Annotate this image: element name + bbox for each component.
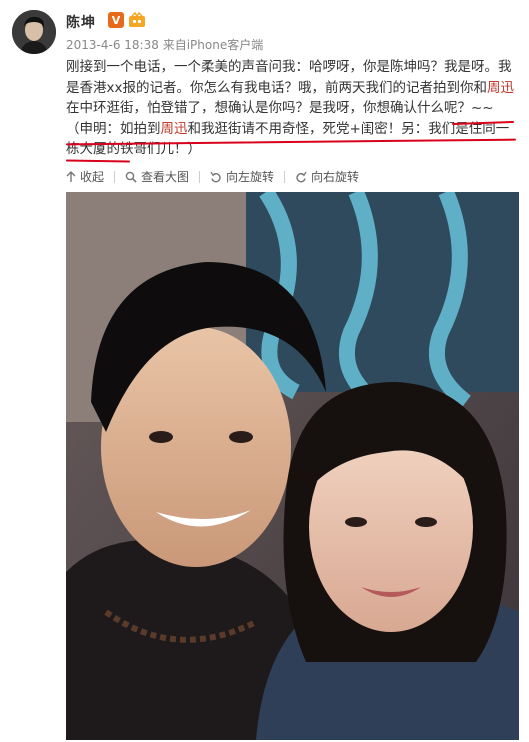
collapse-button[interactable]: 收起 bbox=[66, 168, 104, 185]
source-prefix: 来自 bbox=[162, 38, 187, 52]
divider bbox=[114, 170, 116, 183]
avatar-image bbox=[12, 10, 56, 54]
source-client[interactable]: iPhone客户端 bbox=[187, 38, 264, 52]
mention-link-1[interactable]: 周迅 bbox=[487, 80, 514, 96]
rotate-right-label: 向右旋转 bbox=[311, 170, 360, 184]
username[interactable]: 陈坤 bbox=[66, 12, 96, 32]
view-large-label: 查看大图 bbox=[141, 170, 190, 184]
view-large-button[interactable]: 查看大图 bbox=[125, 168, 189, 185]
rotate-left-icon bbox=[210, 171, 221, 182]
divider bbox=[199, 170, 201, 183]
post-datetime[interactable]: 2013-4-6 18:38 bbox=[66, 38, 159, 52]
selfie-photo-image bbox=[66, 192, 519, 740]
post-text-part1: 刚接到一个电话，一个柔美的声音问我：哈啰呀，你是陈坤吗？我是呀。我是香港xx报的… bbox=[66, 59, 512, 96]
post-meta: 2013-4-6 18:38 来自iPhone客户端 bbox=[66, 36, 263, 53]
mention-link-2[interactable]: 周迅 bbox=[161, 121, 188, 137]
collapse-label: 收起 bbox=[80, 170, 105, 184]
avatar[interactable] bbox=[12, 10, 56, 54]
post-photo[interactable] bbox=[66, 192, 519, 740]
divider bbox=[284, 170, 286, 183]
verified-badge-icon: V bbox=[108, 12, 124, 28]
rotate-right-button[interactable]: 向右旋转 bbox=[295, 168, 359, 185]
rotate-left-button[interactable]: 向左旋转 bbox=[210, 168, 274, 185]
image-toolbar: 收起 查看大图 向左旋转 向右旋转 bbox=[66, 168, 359, 185]
arrow-up-icon bbox=[66, 170, 76, 182]
rotate-right-icon bbox=[296, 171, 307, 182]
magnifier-icon bbox=[125, 171, 137, 183]
annotation-underline-3 bbox=[65, 159, 131, 163]
vip-crown-icon bbox=[128, 12, 146, 28]
rotate-left-label: 向左旋转 bbox=[226, 170, 275, 184]
